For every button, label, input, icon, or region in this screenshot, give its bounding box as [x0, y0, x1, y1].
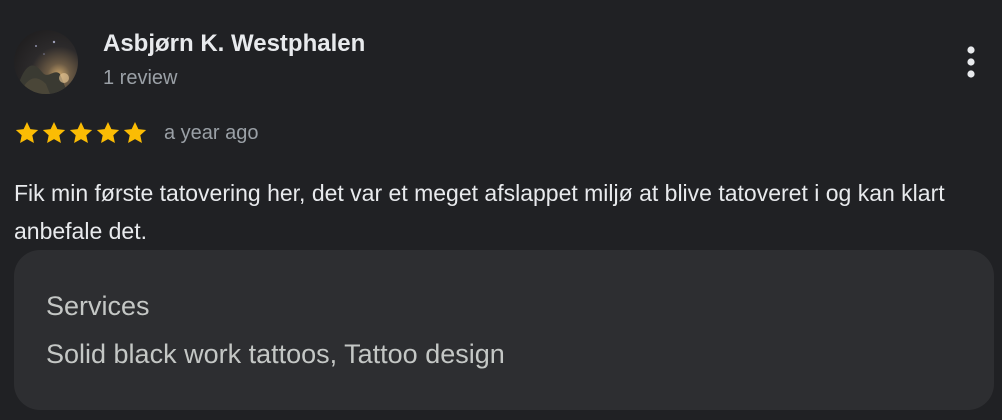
avatar-photo-icon [14, 40, 69, 94]
star-icon [15, 121, 39, 143]
star-icon [123, 121, 147, 143]
more-vertical-icon [967, 46, 975, 78]
rating-row: a year ago [14, 118, 259, 148]
review-card: Asbjørn K. Westphalen 1 review a year ag… [0, 0, 1002, 420]
services-value: Solid black work tattoos, Tattoo design [46, 339, 505, 369]
author-name[interactable]: Asbjørn K. Westphalen [103, 30, 365, 58]
star-icon [96, 121, 120, 143]
review-text: Fik min første tatovering her, det var e… [14, 180, 945, 244]
services-card: Services Solid black work tattoos, Tatto… [14, 250, 994, 410]
star-icon [69, 121, 93, 143]
more-options-button[interactable] [955, 40, 987, 84]
services-title: Services [46, 291, 150, 321]
review-date: a year ago [164, 121, 259, 144]
star-rating [14, 120, 148, 146]
author-review-count: 1 review [103, 67, 178, 89]
star-icon [42, 121, 66, 143]
author-avatar[interactable] [14, 30, 78, 94]
